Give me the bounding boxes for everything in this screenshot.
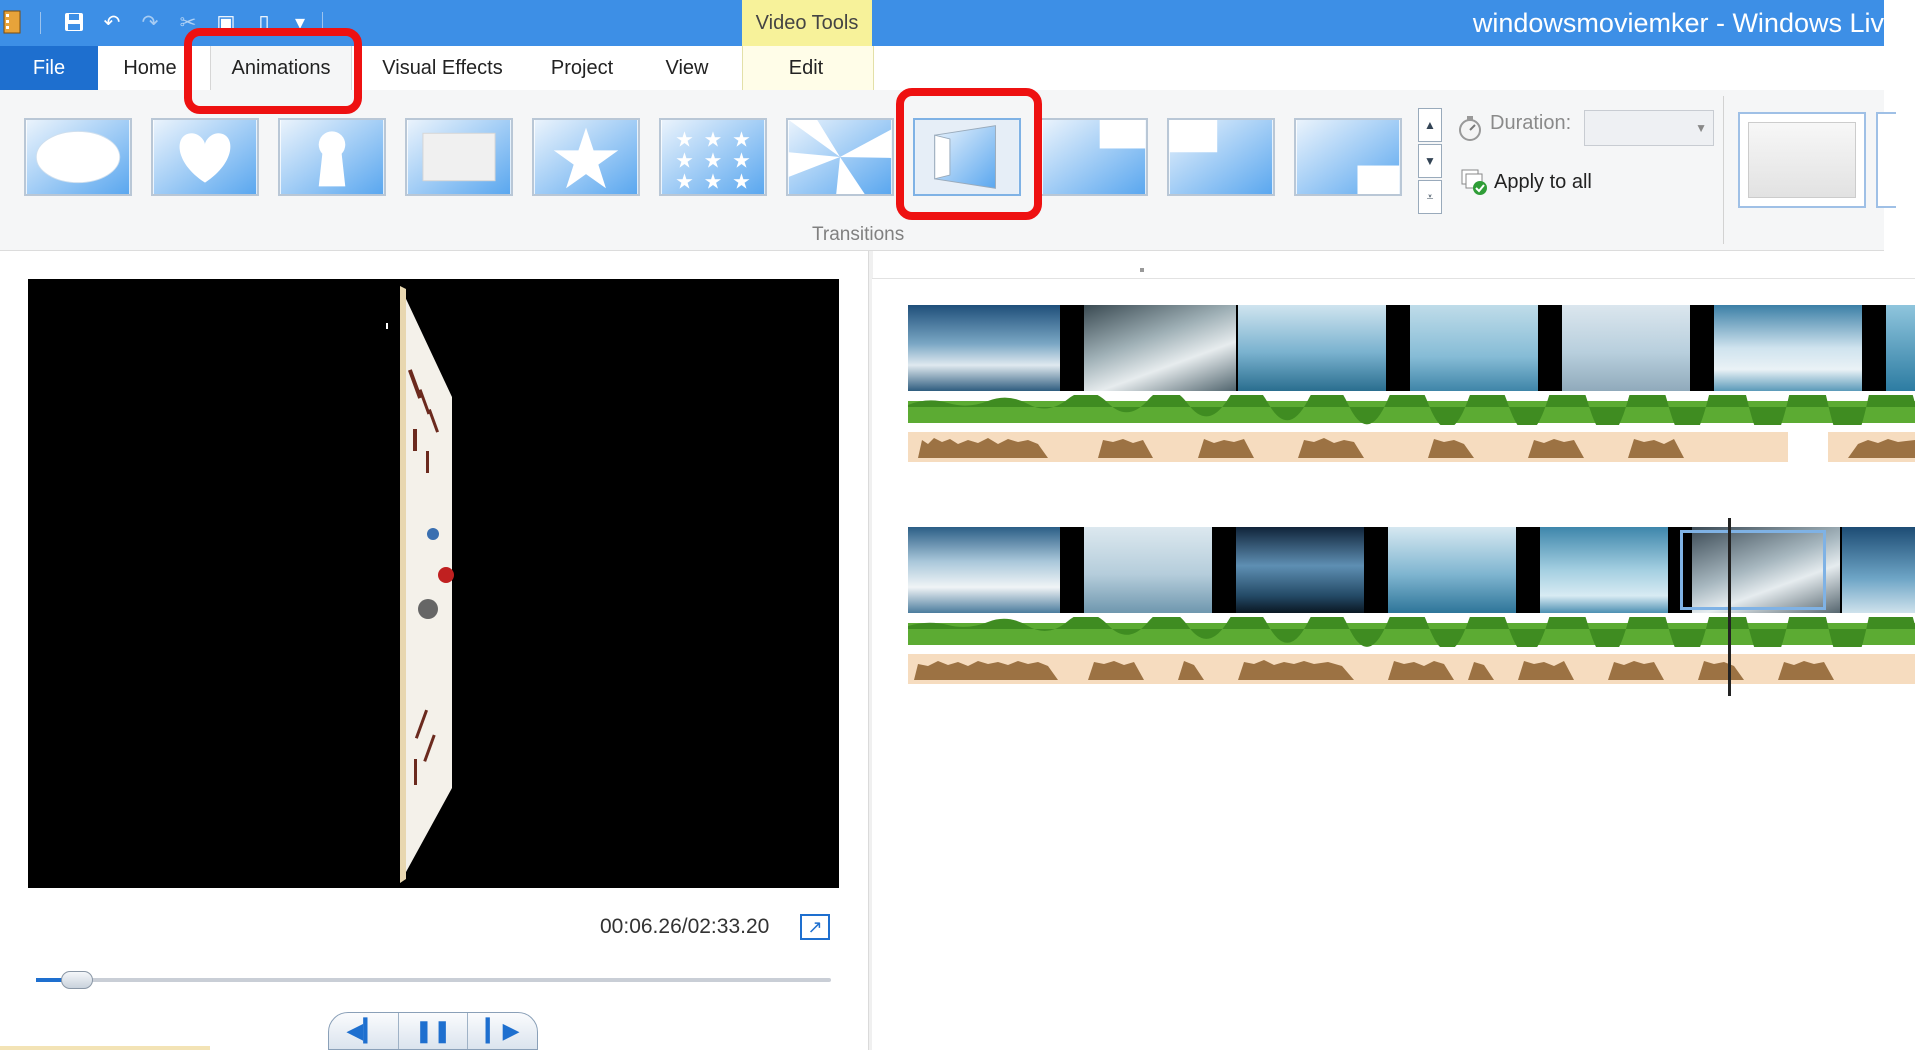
clip-separator bbox=[1518, 527, 1540, 613]
flip-transition-frame bbox=[386, 286, 454, 883]
chevron-down-icon: ▼ bbox=[1695, 121, 1707, 135]
highlight-flip-transition bbox=[896, 88, 1042, 220]
popout-preview-icon[interactable]: ↗ bbox=[800, 914, 830, 940]
transitions-group-label: Transitions bbox=[812, 224, 905, 245]
transition-star-button[interactable] bbox=[532, 118, 640, 196]
svg-text:★: ★ bbox=[675, 169, 694, 193]
transition-keyhole-button[interactable] bbox=[278, 118, 386, 196]
video-clip-thumbnail[interactable] bbox=[1084, 527, 1214, 613]
video-clip-thumbnail[interactable] bbox=[908, 305, 1062, 391]
stopwatch-icon bbox=[1456, 114, 1484, 142]
tab-home[interactable]: Home bbox=[110, 46, 190, 90]
apply-to-all-icon bbox=[1461, 169, 1487, 195]
clip-separator bbox=[1864, 305, 1886, 391]
transition-heart-button[interactable] bbox=[151, 118, 259, 196]
pause-button[interactable]: ❚❚ bbox=[399, 1013, 469, 1049]
tab-visual-effects[interactable]: Visual Effects bbox=[370, 46, 515, 90]
redo-icon[interactable]: ↷ bbox=[138, 10, 162, 34]
video-clip-thumbnail[interactable] bbox=[1562, 305, 1692, 391]
video-clip-thumbnail[interactable] bbox=[1540, 527, 1670, 613]
duration-combobox[interactable]: ▼ bbox=[1584, 110, 1714, 146]
transition-pinwheel-button[interactable] bbox=[786, 118, 894, 196]
previous-frame-button[interactable]: ◀▎ bbox=[329, 1013, 399, 1049]
window-title: windowsmoviemker - Windows Liv bbox=[1472, 8, 1884, 38]
video-clip-thumbnail[interactable] bbox=[908, 527, 1062, 613]
video-tools-context-label: Video Tools bbox=[742, 0, 872, 46]
playback-controls: ◀▎ ❚❚ ▎▶ bbox=[328, 1012, 538, 1050]
gallery-scroll-down-button[interactable]: ▼ bbox=[1418, 144, 1442, 178]
splitter-grip[interactable] bbox=[1140, 268, 1144, 272]
narration-track-row-1[interactable] bbox=[908, 395, 1915, 425]
video-preview[interactable] bbox=[28, 279, 839, 888]
app-film-icon[interactable] bbox=[0, 10, 24, 34]
narration-track-row-2[interactable] bbox=[908, 617, 1915, 647]
undo-icon[interactable]: ↶ bbox=[100, 10, 124, 34]
clip-separator bbox=[1062, 527, 1084, 613]
clip-separator bbox=[1062, 305, 1084, 391]
clip-separator bbox=[1366, 527, 1388, 613]
video-clip-thumbnail[interactable] bbox=[1236, 527, 1366, 613]
transition-rectangle-button[interactable] bbox=[405, 118, 513, 196]
video-clip-thumbnail[interactable] bbox=[1388, 527, 1518, 613]
transition-corner-wipe-2-button[interactable] bbox=[1167, 118, 1275, 196]
effect-preview-tile-partial[interactable] bbox=[1876, 112, 1896, 208]
transition-circle-button[interactable] bbox=[24, 118, 132, 196]
apply-to-all-label: Apply to all bbox=[1494, 170, 1592, 193]
seek-slider-thumb[interactable] bbox=[61, 971, 94, 989]
apply-to-all-button[interactable]: Apply to all bbox=[1460, 166, 1592, 198]
tab-edit[interactable]: Edit bbox=[760, 46, 852, 90]
clip-separator bbox=[1540, 305, 1562, 391]
svg-text:★: ★ bbox=[704, 169, 723, 193]
transition-corner-wipe-1-button[interactable] bbox=[1040, 118, 1148, 196]
video-clip-thumbnail[interactable] bbox=[1886, 305, 1915, 391]
video-clip-thumbnail[interactable] bbox=[1842, 527, 1915, 613]
transition-corner-wipe-3-button[interactable] bbox=[1294, 118, 1402, 196]
seek-bar[interactable] bbox=[36, 978, 831, 982]
clip-separator bbox=[1692, 305, 1714, 391]
selected-clip-outline bbox=[1680, 530, 1826, 610]
music-track-row-1[interactable] bbox=[908, 430, 1915, 464]
clip-separator bbox=[1388, 305, 1410, 391]
video-clip-thumbnail[interactable] bbox=[1410, 305, 1540, 391]
transition-stars-button[interactable]: ★ ★ ★ ★ ★ ★ ★ ★ ★ bbox=[659, 118, 767, 196]
highlight-animations-tab bbox=[184, 28, 362, 114]
tab-file[interactable]: File bbox=[0, 46, 98, 90]
playhead-indicator[interactable] bbox=[1728, 518, 1731, 696]
clip-separator bbox=[1214, 527, 1236, 613]
gallery-scroll-up-button[interactable]: ▲ bbox=[1418, 108, 1442, 142]
next-frame-button[interactable]: ▎▶ bbox=[468, 1013, 537, 1049]
video-strip-row-1 bbox=[908, 305, 1915, 391]
tab-view[interactable]: View bbox=[648, 46, 726, 90]
qat-divider bbox=[40, 12, 41, 34]
gallery-expand-button[interactable]: ⩡ bbox=[1418, 180, 1442, 214]
taskbar-edge bbox=[0, 1046, 210, 1050]
duration-label: Duration: bbox=[1490, 112, 1572, 134]
svg-text:★: ★ bbox=[732, 169, 751, 193]
video-clip-thumbnail[interactable] bbox=[1714, 305, 1864, 391]
video-clip-thumbnail[interactable] bbox=[1084, 305, 1238, 391]
ribbon-separator bbox=[1723, 96, 1724, 244]
tab-project[interactable]: Project bbox=[536, 46, 628, 90]
music-track-row-2[interactable] bbox=[908, 652, 1915, 686]
save-icon[interactable] bbox=[62, 10, 86, 34]
effect-preview-tile[interactable] bbox=[1738, 112, 1866, 208]
timecode-display: 00:06.26/02:33.20 bbox=[600, 915, 770, 938]
video-clip-thumbnail[interactable] bbox=[1238, 305, 1388, 391]
